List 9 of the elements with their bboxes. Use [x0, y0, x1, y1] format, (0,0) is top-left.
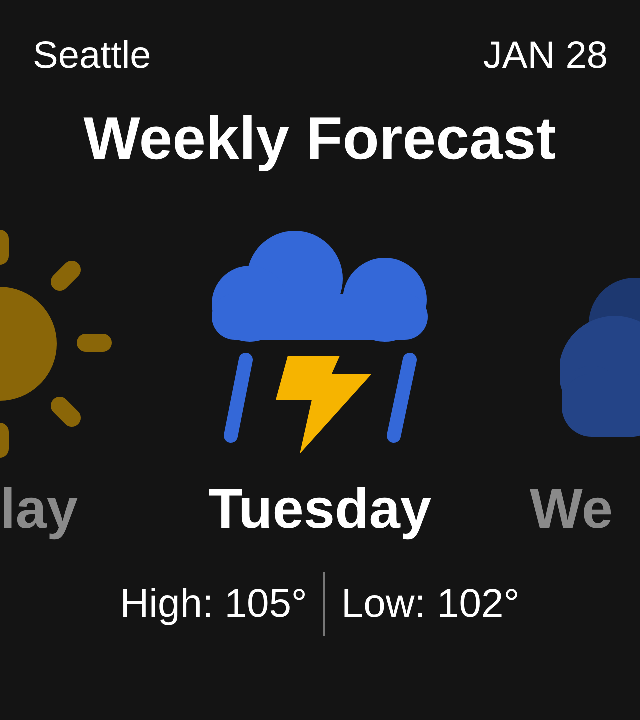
day-label[interactable]: We — [530, 476, 613, 542]
date-label: JAN 28 — [483, 34, 608, 78]
day-label[interactable]: Tuesday — [208, 476, 432, 542]
location-label: Seattle — [33, 34, 152, 78]
page-title: Weekly Forecast — [84, 104, 556, 174]
cloud-icon — [560, 278, 640, 438]
high-temp: High: 105° — [120, 581, 308, 628]
day-label[interactable]: lay — [0, 476, 78, 542]
low-temp: Low: 102° — [341, 581, 520, 628]
